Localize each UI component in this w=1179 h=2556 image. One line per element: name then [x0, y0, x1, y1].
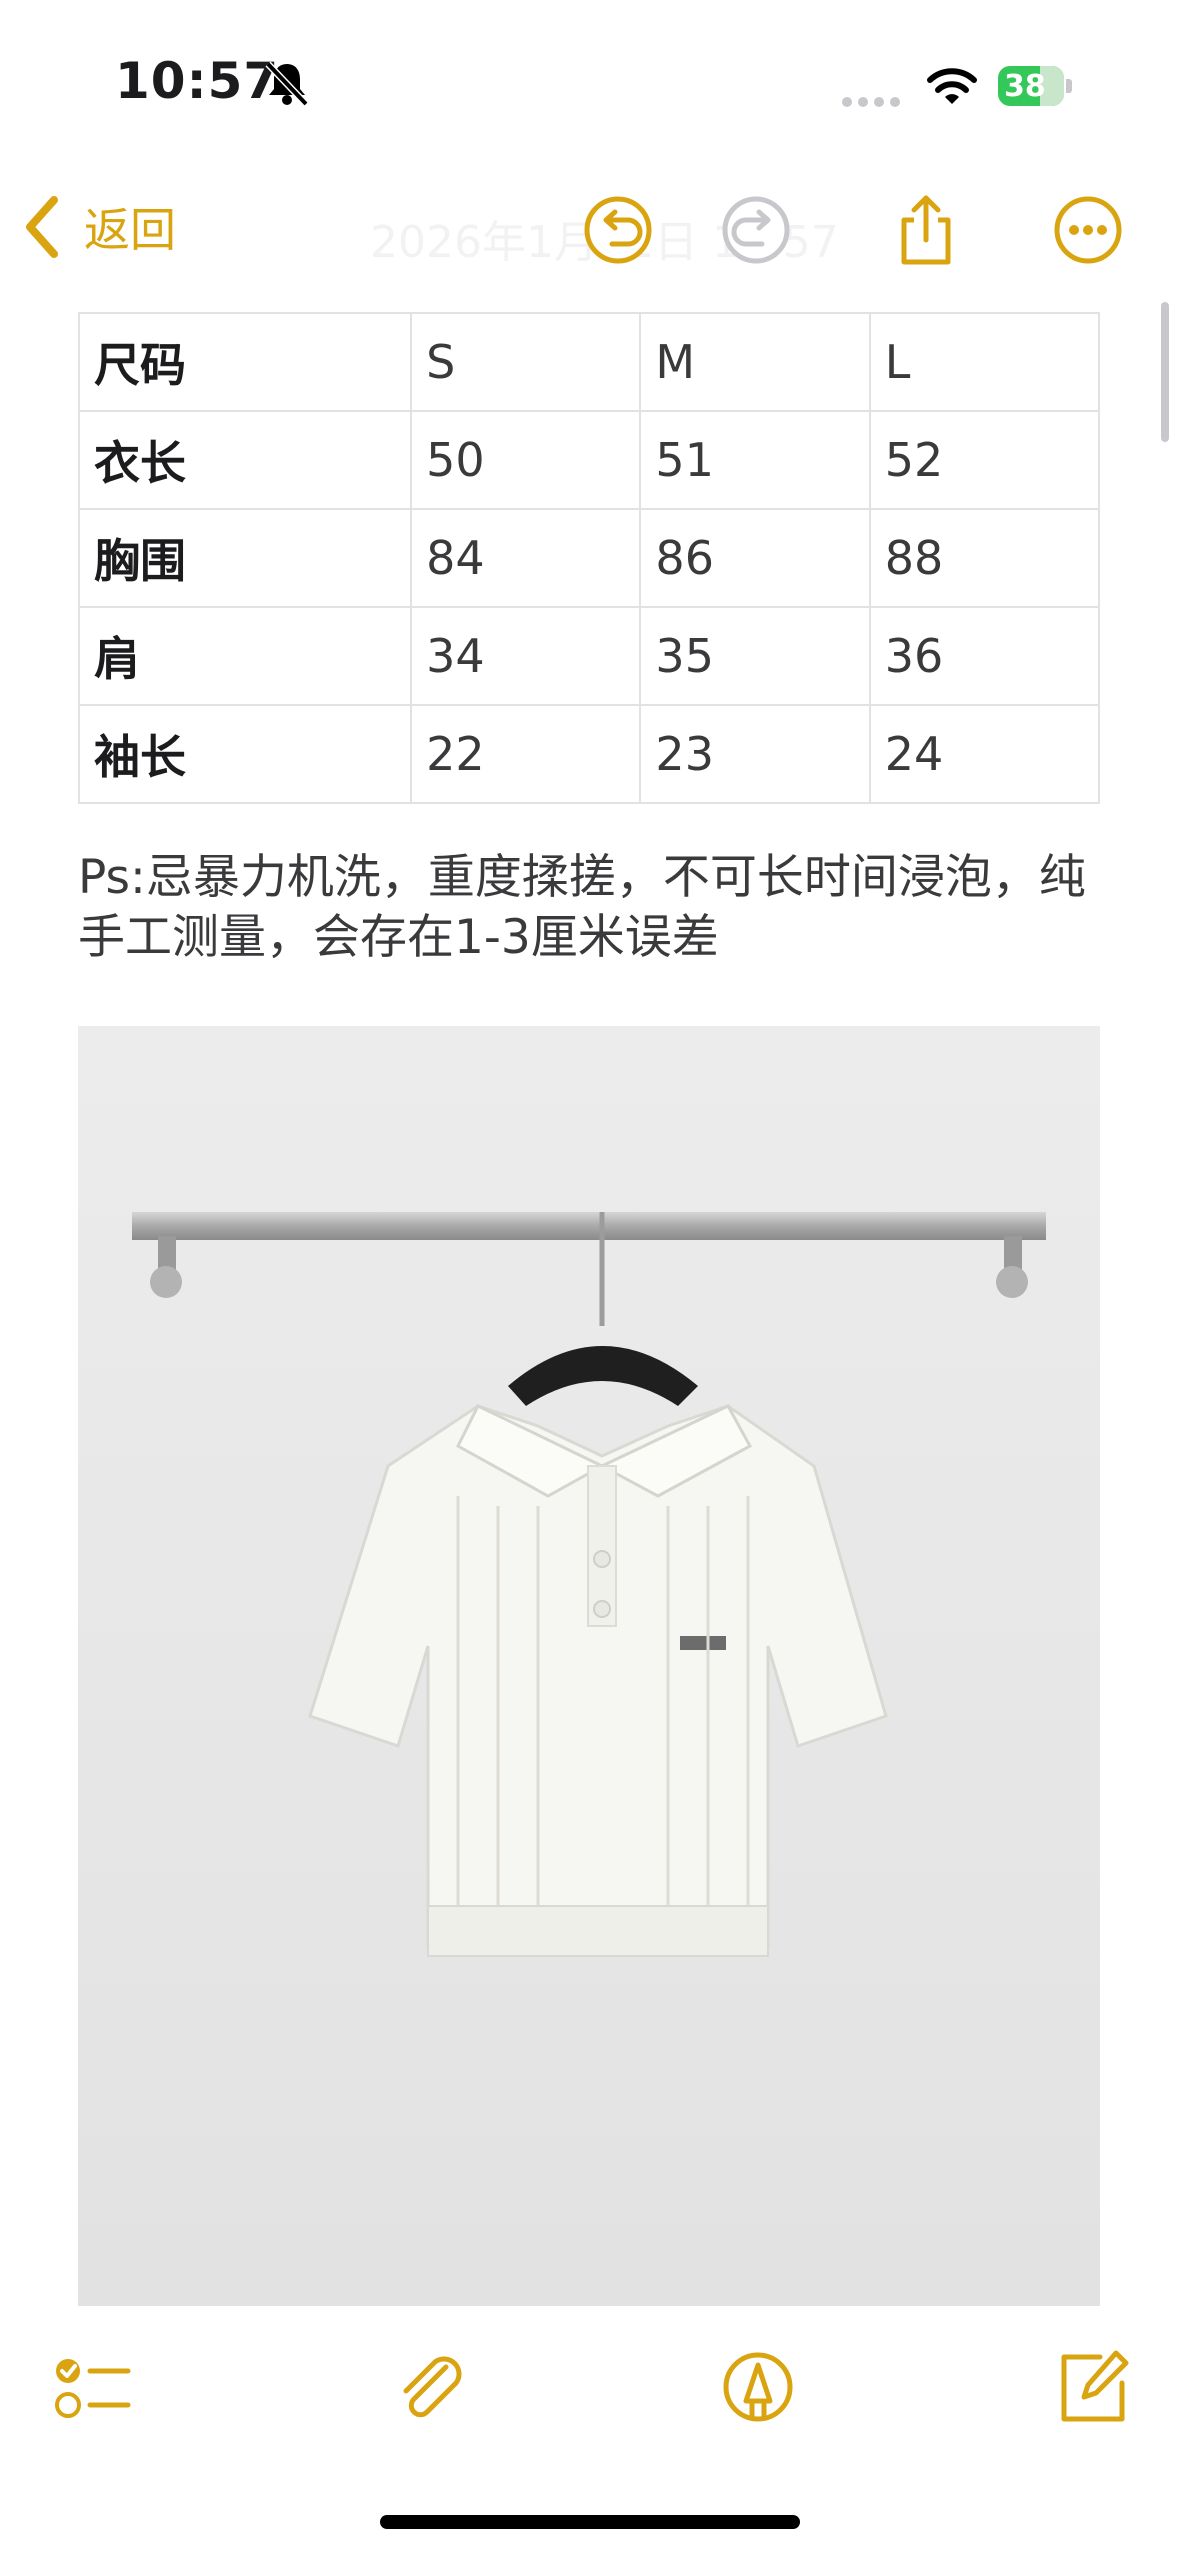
bell-slash-icon — [265, 61, 309, 107]
table-cell: S — [410, 312, 642, 412]
chevron-left-icon — [26, 196, 58, 258]
more-icon[interactable] — [1048, 190, 1128, 270]
table-row: 衣长 50 51 52 — [77, 410, 1101, 510]
back-label: 返回 — [84, 203, 176, 257]
table-cell: 衣长 — [77, 410, 413, 510]
redo-icon[interactable] — [716, 190, 796, 270]
undo-icon[interactable] — [578, 190, 658, 270]
table-cell: 24 — [868, 704, 1101, 804]
table-cell: L — [868, 312, 1101, 412]
table-row: 胸围 84 86 88 — [77, 508, 1101, 608]
size-table: 尺码 S M L 衣长 50 51 52 胸围 84 86 88 肩 34 35… — [77, 312, 1101, 804]
table-cell: 88 — [868, 508, 1101, 608]
table-cell: 23 — [639, 704, 871, 804]
bottom-toolbar — [0, 2335, 1179, 2455]
battery-indicator: 38 — [998, 66, 1074, 106]
table-cell: M — [639, 312, 871, 412]
paperclip-icon[interactable] — [388, 2345, 472, 2429]
table-cell: 36 — [868, 606, 1101, 706]
share-icon[interactable] — [886, 190, 966, 270]
battery-level: 38 — [1004, 69, 1046, 104]
status-time: 10:57 — [115, 52, 280, 110]
table-cell: 袖长 — [77, 704, 413, 804]
table-cell: 86 — [639, 508, 871, 608]
navigation-bar: 返回 2026年1月11日 10:57 — [0, 170, 1179, 290]
cellular-signal-icon — [842, 92, 906, 111]
table-cell: 34 — [410, 606, 642, 706]
product-photo[interactable] — [78, 1026, 1100, 2306]
status-bar: 10:57 38 — [0, 0, 1179, 150]
home-indicator[interactable] — [380, 2515, 800, 2529]
compose-icon[interactable] — [1050, 2345, 1134, 2429]
table-cell: 胸围 — [77, 508, 413, 608]
table-cell: 50 — [410, 410, 642, 510]
care-note-text: Ps:忌暴力机洗，重度揉搓，不可长时间浸泡，纯手工测量，会存在1-3厘米误差 — [78, 850, 1086, 965]
scrollbar[interactable] — [1161, 302, 1169, 442]
back-button[interactable]: 返回 — [22, 192, 176, 262]
markup-pen-icon[interactable] — [716, 2345, 800, 2429]
table-row: 尺码 S M L — [77, 312, 1101, 412]
table-cell: 35 — [639, 606, 871, 706]
checklist-icon[interactable] — [50, 2345, 134, 2429]
table-cell: 84 — [410, 508, 642, 608]
table-row: 袖长 22 23 24 — [77, 704, 1101, 804]
table-cell: 尺码 — [77, 312, 413, 412]
table-row: 肩 34 35 36 — [77, 606, 1101, 706]
table-cell: 肩 — [77, 606, 413, 706]
table-cell: 22 — [410, 704, 642, 804]
wifi-icon — [927, 68, 977, 104]
table-cell: 51 — [639, 410, 871, 510]
table-cell: 52 — [868, 410, 1101, 510]
